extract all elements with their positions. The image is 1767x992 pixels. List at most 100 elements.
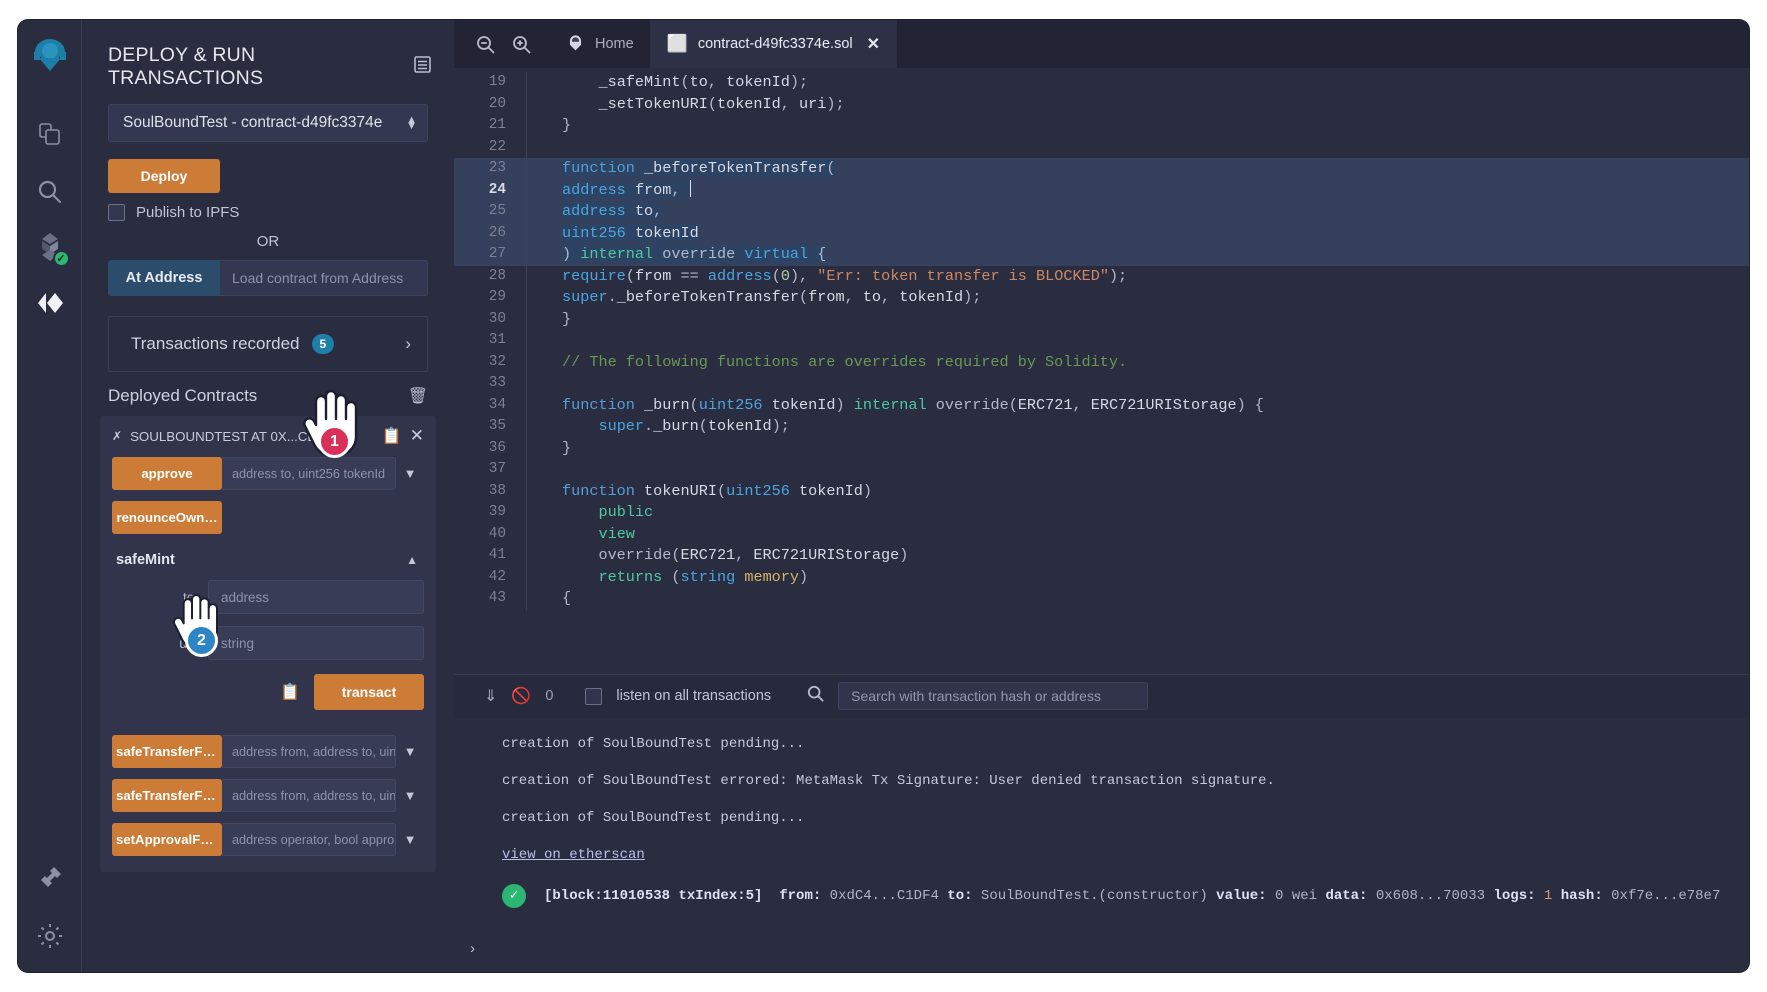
panel-body: SoulBoundTest - contract-d49fc3374e ▲▼ D… (82, 104, 454, 316)
set-approval-for-all-expand-icon[interactable]: ▼ (396, 823, 424, 856)
safemint-to-input[interactable] (208, 580, 424, 614)
terminal-toolbar: ⇓ 🚫 0 listen on all transactions (454, 674, 1749, 718)
zoom-out-icon[interactable] (470, 29, 500, 59)
tx-from-key: from: (779, 888, 821, 904)
search-icon[interactable] (28, 169, 72, 213)
publish-ipfs-row[interactable]: Publish to IPFS (108, 204, 428, 221)
trash-icon[interactable]: 🗑 (408, 386, 428, 406)
transact-button[interactable]: transact (314, 674, 424, 710)
code-line: 32// The following functions are overrid… (454, 352, 1749, 374)
deployed-contracts-header: Deployed Contracts 🗑 (82, 386, 454, 406)
code-line: 41 override(ERC721, ERC721URIStorage) (454, 545, 1749, 567)
chevron-up-icon[interactable]: ▲ (406, 553, 418, 567)
renounce-ownership-button[interactable]: renounceOwn… (112, 501, 222, 534)
code-line: 40 view (454, 524, 1749, 546)
safe-transfer-from-2-args-input[interactable]: address from, address to, uin (222, 779, 396, 812)
approve-expand-icon[interactable]: ▼ (396, 457, 424, 490)
at-address-button[interactable]: At Address (108, 260, 220, 296)
copy-calldata-icon[interactable]: 📋 (280, 682, 300, 702)
safe-transfer-from-2-expand-icon[interactable]: ▼ (396, 779, 424, 812)
listen-all-transactions-checkbox[interactable] (585, 688, 602, 705)
deploy-run-icon[interactable] (28, 281, 72, 325)
code-line: 31 (454, 330, 1749, 352)
layout-panel-icon[interactable] (413, 55, 432, 79)
set-approval-for-all-button[interactable]: setApprovalFo… (112, 823, 222, 856)
approve-args-input[interactable]: address to, uint256 tokenId (222, 457, 396, 490)
function-row-safe-transfer-from-2: safeTransferFr… address from, address to… (112, 779, 424, 812)
code-line: 34function _burn(uint256 tokenId) intern… (454, 395, 1749, 417)
tab-bar: Home ⬜ contract-d49fc3374e.sol ✕ (454, 20, 1749, 68)
publish-ipfs-checkbox[interactable] (108, 204, 125, 221)
code-line: 19 _safeMint(to, tokenId); (454, 72, 1749, 94)
safemint-header[interactable]: safeMint ▲ (112, 552, 424, 568)
transactions-recorded-label: Transactions recorded (131, 334, 300, 354)
transactions-recorded-section[interactable]: Transactions recorded 5 › (108, 316, 428, 372)
code-line: 22 (454, 137, 1749, 159)
code-line: 36} (454, 438, 1749, 460)
safe-transfer-from-1-button[interactable]: safeTransferFr… (112, 735, 222, 768)
safemint-uri-input[interactable] (208, 626, 424, 660)
solidity-compiler-icon[interactable]: ✓ (28, 225, 72, 269)
code-line: 27) internal override virtual { (454, 244, 1749, 266)
at-address-input[interactable] (220, 260, 428, 296)
transaction-summary: [block:11010538 txIndex:5] from: 0xdC4..… (544, 888, 1720, 904)
chevrons-down-icon[interactable]: ⇓ (484, 686, 497, 706)
function-row-approve: approve address to, uint256 tokenId ▼ (112, 457, 424, 490)
function-row-set-approval-for-all: setApprovalFo… address operator, bool ap… (112, 823, 424, 856)
tab-home-label: Home (595, 36, 634, 52)
remix-logo-icon[interactable] (27, 32, 73, 83)
close-icon[interactable]: ✕ (410, 426, 424, 446)
tab-contract-file[interactable]: ⬜ contract-d49fc3374e.sol ✕ (651, 20, 897, 68)
safe-transfer-from-2-button[interactable]: safeTransferFr… (112, 779, 222, 812)
rail-bottom-group (18, 856, 81, 958)
zoom-in-icon[interactable] (506, 29, 536, 59)
compile-success-badge: ✓ (53, 250, 70, 267)
file-explorer-icon[interactable] (28, 113, 72, 157)
zoom-controls (454, 20, 550, 68)
safemint-uri-row: uri: (112, 626, 424, 660)
safe-transfer-from-1-args-input[interactable]: address from, address to, uin (222, 735, 396, 768)
remix-home-icon (566, 33, 585, 56)
code-line: 29super._beforeTokenTransfer(from, to, t… (454, 287, 1749, 309)
approve-button[interactable]: approve (112, 457, 222, 490)
tab-contract-file-label: contract-d49fc3374e.sol (698, 36, 853, 52)
tx-hash-key: hash: (1561, 888, 1603, 904)
log-line: creation of SoulBoundTest errored: MetaM… (502, 773, 1749, 789)
copy-icon[interactable]: 📋 (382, 426, 402, 446)
tx-value: 0 (1275, 888, 1283, 904)
settings-gear-icon[interactable] (28, 914, 72, 958)
step-marker-1: 1 (318, 425, 351, 458)
terminal-output[interactable]: creation of SoulBoundTest pending... cre… (454, 718, 1749, 972)
deployed-contract-header-row[interactable]: ✗ SOULBOUNDTEST AT 0X...CD32D ( 📋 ✕ (112, 426, 424, 446)
transaction-row[interactable]: ✓ [block:11010538 txIndex:5] from: 0xdC4… (502, 884, 1749, 908)
code-editor[interactable]: 19 _safeMint(to, tokenId); 20 _setTokenU… (454, 68, 1749, 674)
tab-home[interactable]: Home (550, 20, 651, 68)
transaction-search-input[interactable] (838, 682, 1148, 710)
at-address-row: At Address (108, 260, 428, 296)
contract-select[interactable]: SoulBoundTest - contract-d49fc3374e ▲▼ (108, 104, 428, 142)
close-tab-icon[interactable]: ✕ (867, 34, 880, 54)
chevron-updown-icon: ▲▼ (406, 117, 417, 129)
tx-value-key: value: (1216, 888, 1266, 904)
chevron-right-icon[interactable]: › (468, 941, 477, 958)
deployed-contracts-label: Deployed Contracts (108, 386, 257, 406)
log-line: creation of SoulBoundTest pending... (502, 736, 1749, 752)
safe-transfer-from-1-expand-icon[interactable]: ▼ (396, 735, 424, 768)
ban-icon[interactable]: 🚫 (511, 686, 531, 706)
code-line: 24address from, (454, 180, 1749, 202)
deploy-button[interactable]: Deploy (108, 159, 220, 193)
set-approval-for-all-args-input[interactable]: address operator, bool appro (222, 823, 396, 856)
code-line: 43{ (454, 588, 1749, 610)
tx-data-value: 0x608...70033 (1376, 888, 1485, 904)
code-line: 33 (454, 373, 1749, 395)
chevron-right-icon[interactable]: › (405, 334, 411, 354)
code-line: 35 super._burn(tokenId); (454, 416, 1749, 438)
safemint-block: safeMint ▲ to: uri: 📋 transact (112, 552, 424, 710)
listen-all-transactions-label: listen on all transactions (616, 688, 771, 704)
plugin-manager-icon[interactable] (28, 856, 72, 900)
search-icon[interactable] (807, 685, 824, 707)
etherscan-link[interactable]: view on etherscan (502, 847, 1749, 863)
code-line: 39 public (454, 502, 1749, 524)
chevron-down-icon[interactable]: ✗ (112, 429, 122, 443)
tx-block-label: [block:11010538 txIndex:5] (544, 888, 762, 904)
